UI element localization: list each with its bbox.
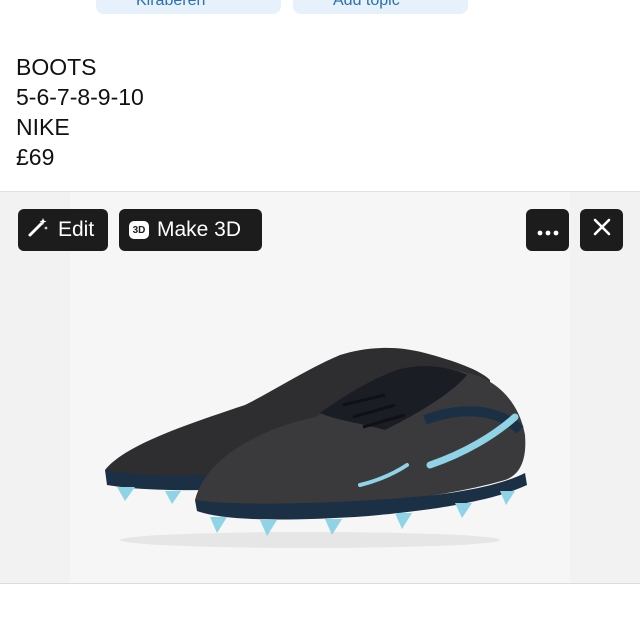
more-options-button[interactable]: [526, 209, 569, 251]
post-line-price: £69: [16, 144, 55, 170]
top-chip-left[interactable]: Kiraberen: [96, 0, 281, 14]
post-line-brand: NIKE: [16, 114, 70, 140]
post-line-sizes: 5-6-7-8-9-10: [16, 84, 144, 110]
post-line-title: BOOTS: [16, 54, 97, 80]
boots-image: [105, 347, 527, 548]
ellipsis-icon: [537, 218, 559, 242]
make-3d-button-label: Make 3D: [157, 218, 242, 241]
magic-wand-icon: [26, 215, 50, 245]
3d-badge-icon: 3D: [129, 221, 149, 239]
edit-button[interactable]: Edit: [18, 209, 108, 251]
chip-left-label: Kiraberen: [136, 0, 206, 9]
close-button[interactable]: [580, 209, 623, 251]
top-chip-right[interactable]: Add topic: [293, 0, 468, 14]
media-divider: [0, 583, 640, 584]
edit-button-label: Edit: [58, 218, 95, 241]
close-icon: [592, 217, 612, 243]
post-description: BOOTS 5-6-7-8-9-10 NIKE £69: [16, 52, 144, 172]
make-3d-button[interactable]: 3D Make 3D: [119, 209, 262, 251]
chip-right-label: Add topic: [333, 0, 400, 9]
